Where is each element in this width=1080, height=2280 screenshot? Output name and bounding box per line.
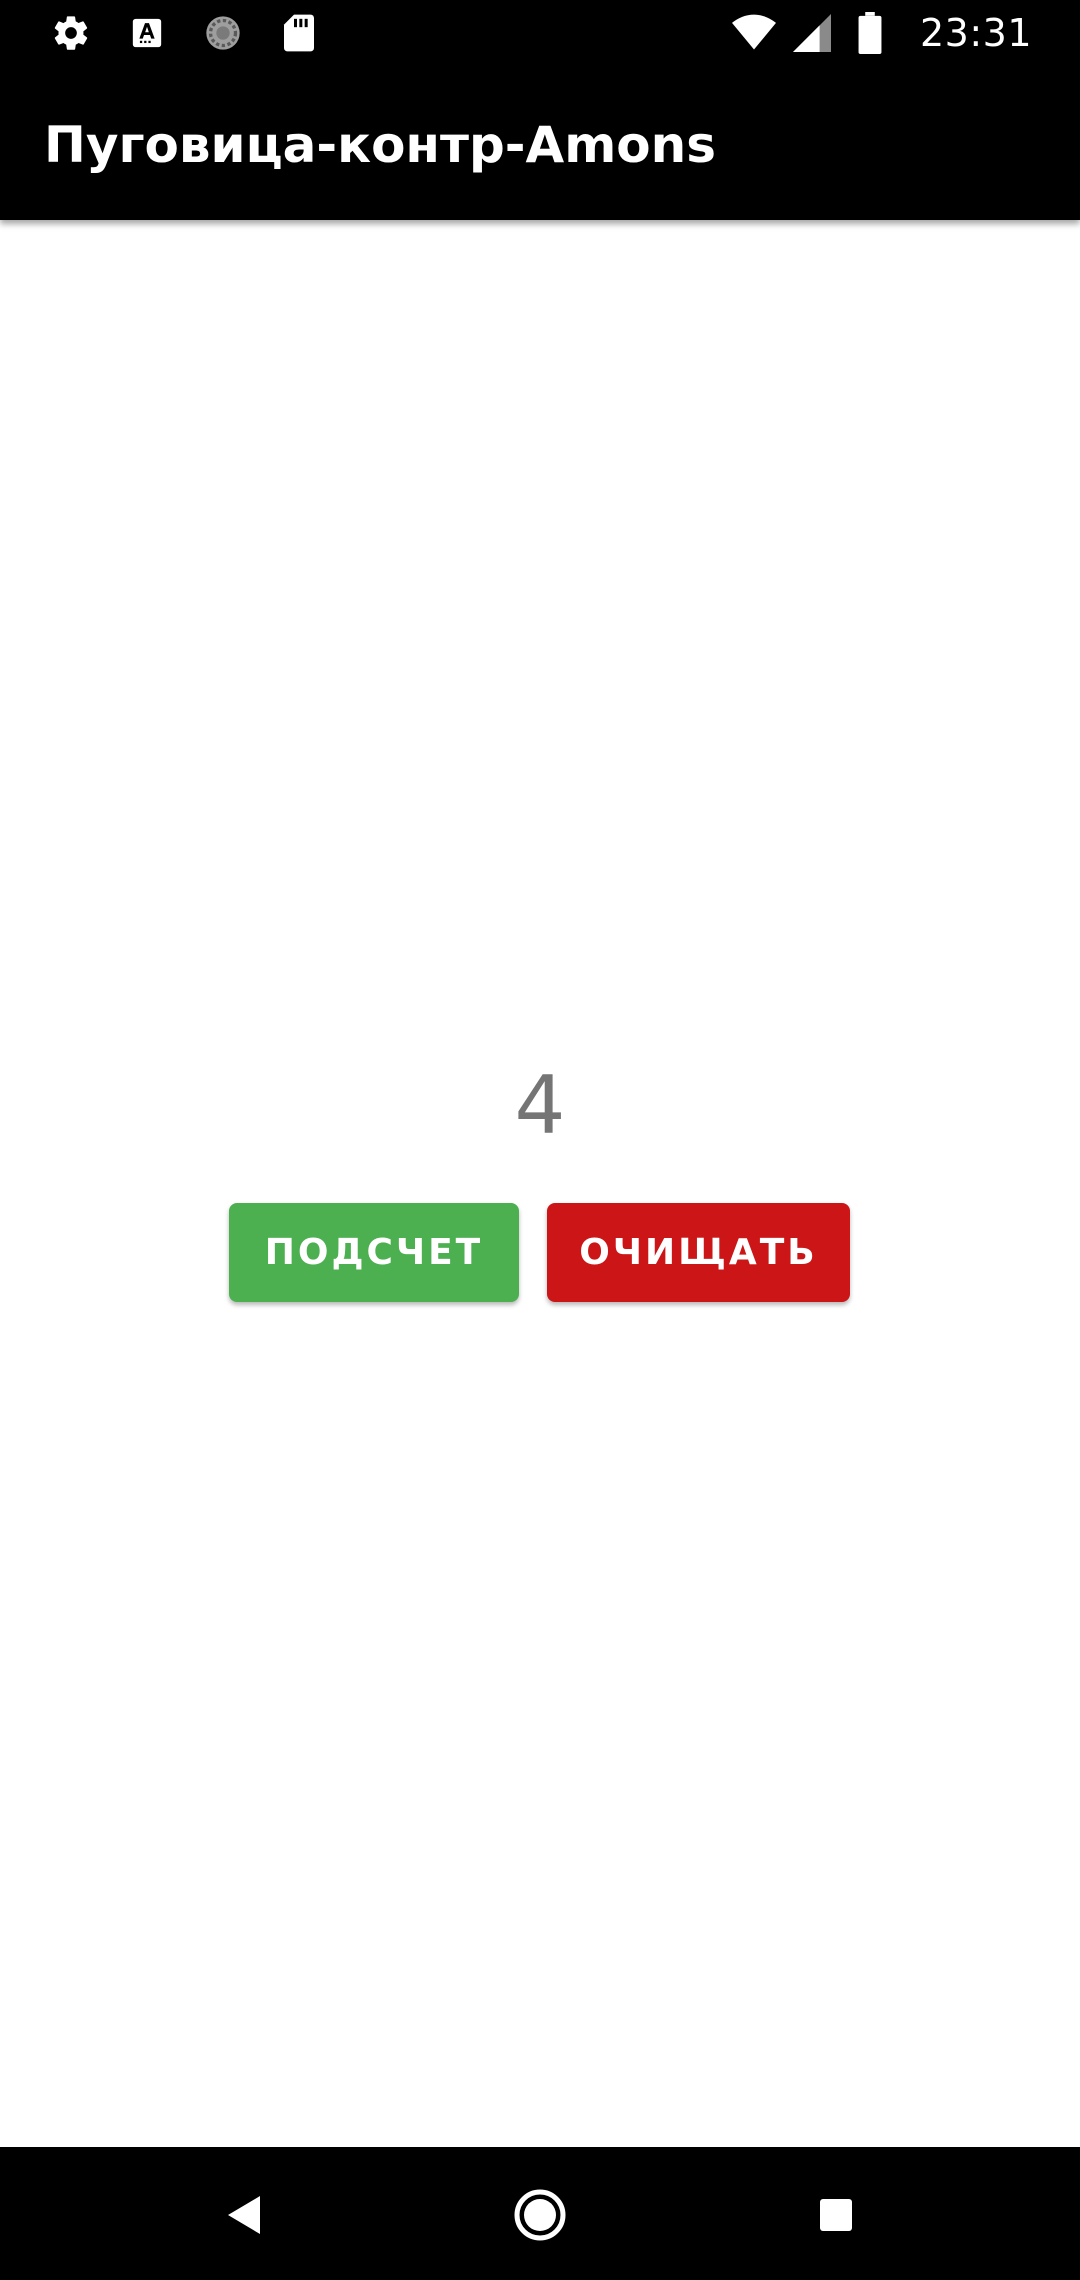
clear-button-label: ОЧИЩАТЬ <box>579 1232 818 1273</box>
clear-button[interactable]: ОЧИЩАТЬ <box>547 1203 850 1302</box>
status-bar: 23:31 <box>0 0 1080 66</box>
count-button-label: ПОДСЧЕТ <box>264 1232 484 1273</box>
app-bar: Пуговица-контр-Amons <box>0 66 1080 220</box>
count-button[interactable]: ПОДСЧЕТ <box>229 1203 519 1302</box>
recents-button[interactable] <box>798 2177 874 2253</box>
home-icon <box>514 2189 566 2241</box>
cell-signal-icon <box>790 11 834 55</box>
app-title: Пуговица-контр-Amons <box>44 116 716 174</box>
sd-card-icon <box>276 10 322 56</box>
battery-icon <box>848 11 892 55</box>
text-a-icon <box>124 10 170 56</box>
navigation-bar <box>0 2147 1080 2280</box>
settings-icon <box>48 10 94 56</box>
home-button[interactable] <box>502 2177 578 2253</box>
status-time: 23:31 <box>919 11 1032 55</box>
back-button[interactable] <box>206 2177 282 2253</box>
recents-icon <box>820 2199 852 2231</box>
status-left-icons <box>48 10 322 56</box>
wifi-icon <box>731 11 776 55</box>
status-right-icons: 23:31 <box>731 0 1032 66</box>
sync-circle-icon <box>200 10 246 56</box>
back-icon <box>228 2196 260 2234</box>
main-content: 4 ПОДСЧЕТ ОЧИЩАТЬ <box>0 220 1080 2147</box>
counter-value: 4 <box>514 1059 566 1152</box>
